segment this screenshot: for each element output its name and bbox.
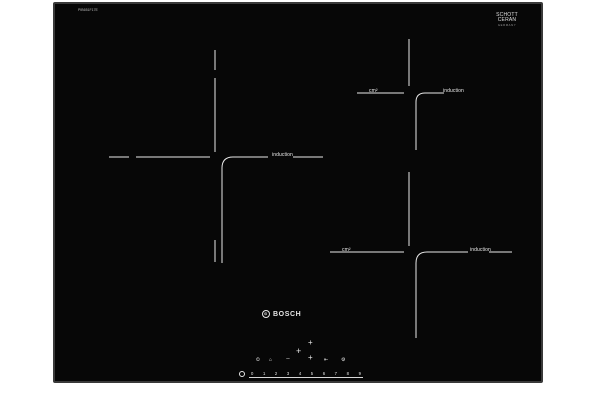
brand-name: BOSCH xyxy=(273,310,302,318)
keep-warm-icon[interactable]: ⇤ xyxy=(324,357,328,363)
germany-text: GERMANY xyxy=(497,23,517,27)
slider-tick-2: 2 xyxy=(274,371,278,376)
br-zone-label: induction xyxy=(470,247,491,253)
power-slider[interactable]: 0 1 2 3 4 5 6 7 8 9 xyxy=(239,370,363,378)
left-zone-corner xyxy=(221,156,268,263)
slider-tick-4: 4 xyxy=(298,371,302,376)
zone-select-top-plus: + xyxy=(308,338,313,347)
br-zone-corner xyxy=(415,251,468,338)
slider-tick-1: 1 xyxy=(262,371,266,376)
boost-icon[interactable]: ∼ xyxy=(284,356,292,362)
schott-ceran-logo: SCHOTT CERAN GERMANY xyxy=(494,13,520,28)
zone-select-left-icon[interactable]: + xyxy=(296,346,302,356)
settings-icon[interactable]: ⚙ xyxy=(341,357,345,363)
tr-zone-corner xyxy=(415,92,444,150)
timer-icon[interactable]: ⏲ xyxy=(256,357,260,363)
left-zone-label: induction xyxy=(272,152,293,158)
tr-zone-left-label: cm² xyxy=(369,88,378,94)
slider-tick-3: 3 xyxy=(286,371,290,376)
bosch-armature-icon: ⊙ xyxy=(262,310,270,318)
br-zone-left-label: cm² xyxy=(342,247,351,253)
zone-select-bottom-plus: + xyxy=(308,353,313,362)
child-lock-icon[interactable]: ⌂ xyxy=(269,357,272,363)
slider-tick-7: 7 xyxy=(334,371,338,376)
slider-tick-9: 9 xyxy=(358,371,361,376)
zone-select-bottom-icon[interactable]: + xyxy=(308,353,313,362)
slider-tick-0: 0 xyxy=(251,371,254,376)
model-code: PIB651F17E xyxy=(78,8,98,12)
boost-label: ∼ xyxy=(285,356,291,362)
slider-tick-5: 5 xyxy=(310,371,314,376)
slider-tick-8: 8 xyxy=(346,371,349,376)
zone-select-top-icon[interactable]: + xyxy=(308,338,313,347)
zone-markings xyxy=(109,39,512,338)
tr-zone-label: induction xyxy=(443,88,464,94)
slider-tick-6: 6 xyxy=(322,371,326,376)
slider-track[interactable]: 0 1 2 3 4 5 6 7 8 9 xyxy=(249,370,363,378)
power-icon[interactable] xyxy=(239,371,245,377)
bosch-logo: ⊙ BOSCH xyxy=(262,310,301,318)
zone-select-left-plus: + xyxy=(296,346,302,356)
